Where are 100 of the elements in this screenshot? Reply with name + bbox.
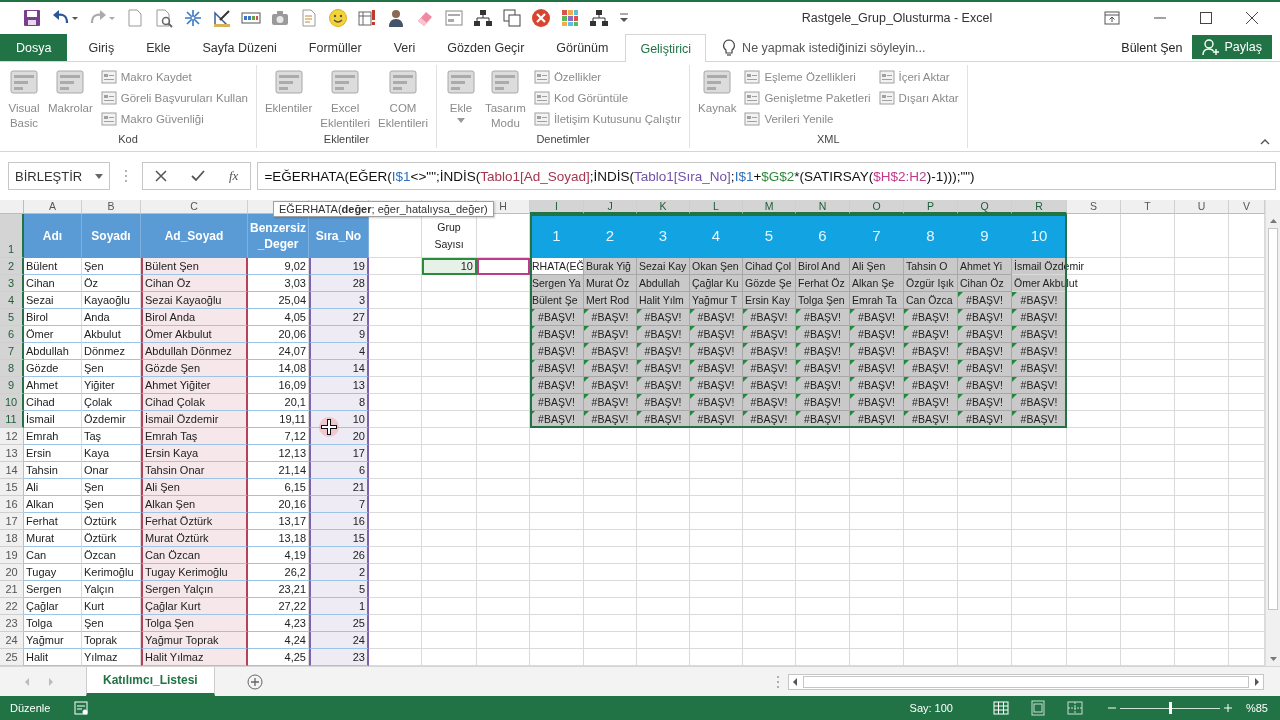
table-cell: Ali xyxy=(24,479,82,496)
table-cell: Onar xyxy=(82,462,141,479)
table-cell: #BAŞV! xyxy=(690,326,743,343)
table-cell: 3 xyxy=(309,292,369,309)
table-cell: #BAŞV! xyxy=(1012,309,1067,326)
table-cell: 2 xyxy=(309,564,369,581)
group-label: Denetimler xyxy=(535,133,591,147)
table-cell: Akbulut xyxy=(82,326,141,343)
table-cell: 19 xyxy=(309,258,369,275)
tooltip: EĞERHATA(değer; eğer_hatalıysa_değer) xyxy=(273,201,494,217)
table-cell: #BAŞV! xyxy=(530,343,584,360)
table-cell: Ersin Kaya xyxy=(141,445,248,462)
table-cell: 24,07 xyxy=(248,343,309,360)
table-cell: Gözde xyxy=(24,360,82,377)
table-cell: Ferhat Öztürk xyxy=(141,513,248,530)
table-cell: #BAŞV! xyxy=(690,343,743,360)
table-cell: #BAŞV! xyxy=(958,394,1012,411)
table-cell: #BAŞV! xyxy=(530,394,584,411)
table-cell: Öztürk xyxy=(82,530,141,547)
table-cell: 7 xyxy=(309,496,369,513)
table-cell: #BAŞV! xyxy=(796,343,850,360)
table-cell: Şen xyxy=(82,615,141,632)
table-cell: 20,1 xyxy=(248,394,309,411)
table-cell: 20,16 xyxy=(248,496,309,513)
table-cell: Ahmet Yiğiter xyxy=(141,377,248,394)
table-cell: #BAŞV! xyxy=(743,309,796,326)
status-text: Düzenle xyxy=(10,702,51,714)
table-cell: Cihad xyxy=(24,394,82,411)
table-cell: Alkan Şe xyxy=(850,275,904,292)
table-cell: 7,12 xyxy=(248,428,309,445)
table-cell: 26,2 xyxy=(248,564,309,581)
table-cell: Cihan Öz xyxy=(141,275,248,292)
table-cell: #BAŞV! xyxy=(584,343,637,360)
table-cell: 6 xyxy=(309,462,369,479)
table-cell: #BAŞV! xyxy=(850,394,904,411)
table-cell: #BAŞV! xyxy=(958,309,1012,326)
table-cell: 12,13 xyxy=(248,445,309,462)
table-cell: Birol xyxy=(24,309,82,326)
table-cell: #BAŞV! xyxy=(850,326,904,343)
table-cell: Tahsin Onar xyxy=(141,462,248,479)
table-cell: #BAŞV! xyxy=(584,394,637,411)
table-cell: Mert Rod xyxy=(584,292,637,309)
table-cell: Kaya xyxy=(82,445,141,462)
table-cell: 13 xyxy=(309,377,369,394)
table-cell: Özcan xyxy=(82,547,141,564)
table-cell: Çağlar Ku xyxy=(690,275,743,292)
table-cell: Tugay Kerimoğlu xyxy=(141,564,248,581)
table-cell: Çolak xyxy=(82,394,141,411)
table-cell: Burak Yiğ xyxy=(584,258,637,275)
table-cell: #BAŞV! xyxy=(530,309,584,326)
table-cell: #BAŞV! xyxy=(796,377,850,394)
table-cell: Ahmet xyxy=(24,377,82,394)
table-cell: 9,02 xyxy=(248,258,309,275)
group-header: 9 xyxy=(958,214,1012,258)
table-cell: Emrah Ta xyxy=(850,292,904,309)
table-cell: 5 xyxy=(309,581,369,598)
table-cell: Tugay xyxy=(24,564,82,581)
table-cell: Ömer Akbulut xyxy=(141,326,248,343)
table-cell: #BAŞV! xyxy=(584,309,637,326)
table-cell: Murat xyxy=(24,530,82,547)
table-cell: 20 xyxy=(309,428,369,445)
table-cell: #BAŞV! xyxy=(584,326,637,343)
table-cell: #BAŞV! xyxy=(904,343,958,360)
table-cell: #BAŞV! xyxy=(690,360,743,377)
table-cell: Sezai xyxy=(24,292,82,309)
group-header: 10 xyxy=(1012,214,1067,258)
table-cell: 6,15 xyxy=(248,479,309,496)
table-cell: #BAŞV! xyxy=(743,326,796,343)
table-cell: 21,14 xyxy=(248,462,309,479)
table-cell: 21 xyxy=(309,479,369,496)
table-cell: 13,17 xyxy=(248,513,309,530)
table-cell: Bülent Şen xyxy=(141,258,248,275)
column-heading: Sıra_No xyxy=(309,214,369,258)
table-cell: #BAŞV! xyxy=(530,360,584,377)
table-cell: #BAŞV! xyxy=(690,377,743,394)
table-cell: 26 xyxy=(309,547,369,564)
table-cell: Yiğiter xyxy=(82,377,141,394)
column-heading: Soyadı xyxy=(82,214,141,258)
column-heading: Ad_Soyad xyxy=(141,214,248,258)
table-cell: #BAŞV! xyxy=(743,343,796,360)
table-cell: #BAŞV! xyxy=(690,309,743,326)
table-cell: 19,11 xyxy=(248,411,309,428)
table-cell: Cihan Öz xyxy=(958,275,1012,292)
group-header: 4 xyxy=(690,214,743,258)
table-cell: 1 xyxy=(309,598,369,615)
table-cell: 20,06 xyxy=(248,326,309,343)
table-cell: #BAŞV! xyxy=(743,394,796,411)
table-cell: Dönmez xyxy=(82,343,141,360)
table-cell: #BAŞV! xyxy=(796,326,850,343)
table-cell: 10 xyxy=(309,411,369,428)
table-cell: 28 xyxy=(309,275,369,292)
table-cell: 3,03 xyxy=(248,275,309,292)
table-cell: #BAŞV! xyxy=(904,326,958,343)
table-cell: İsmail xyxy=(24,411,82,428)
table-cell: #BAŞV! xyxy=(637,394,690,411)
table-cell: Ferhat Öz xyxy=(796,275,850,292)
table-cell: Ali Şen xyxy=(850,258,904,275)
table-cell: 4,23 xyxy=(248,615,309,632)
table-cell: Kurt xyxy=(82,598,141,615)
table-cell: İsmail Özdemir xyxy=(141,411,248,428)
